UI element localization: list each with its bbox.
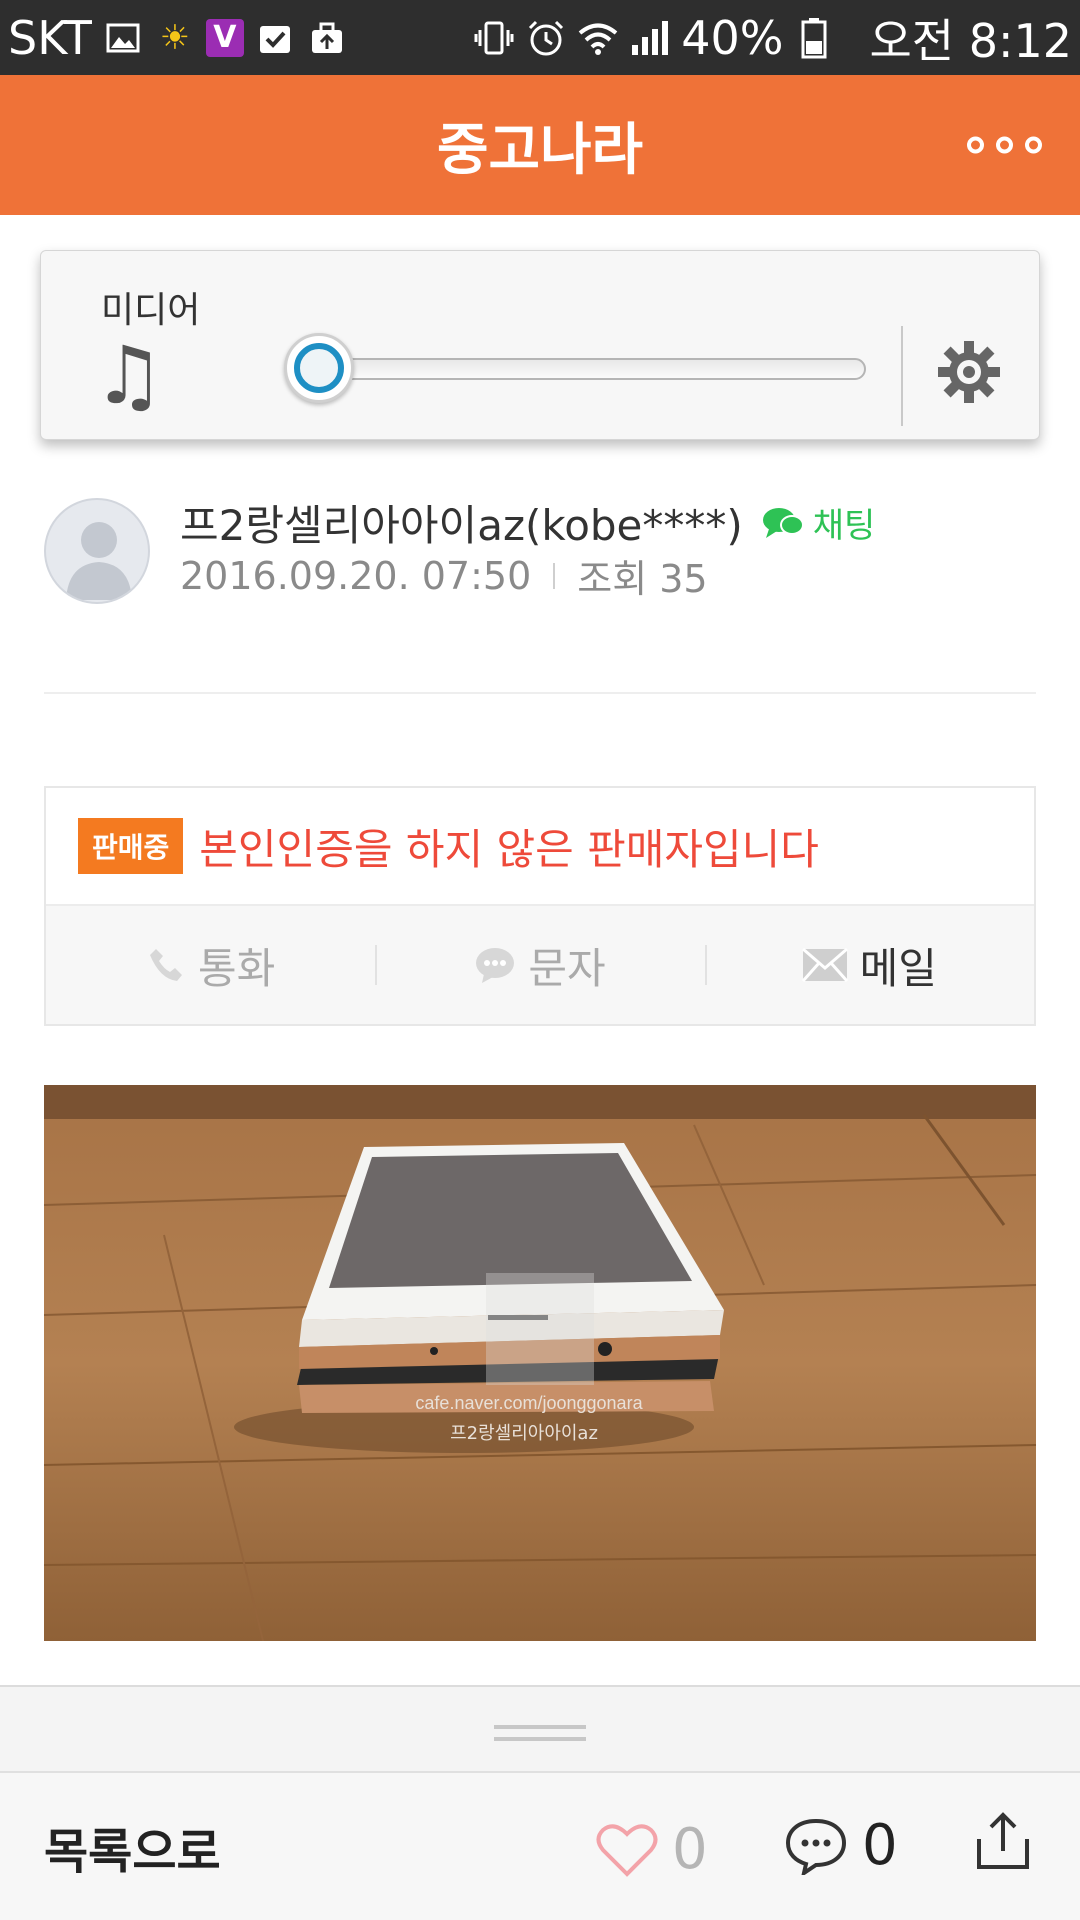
volume-label: 미디어 (101, 290, 201, 331)
post-meta: 2016.09.20. 07:50 조회 35 (180, 548, 708, 603)
meta-separator (553, 562, 556, 589)
mail-button[interactable]: 메일 (704, 935, 1034, 996)
comment-count: 0 (862, 1813, 898, 1878)
bag-upload-icon (306, 17, 348, 59)
media-volume-panel: 미디어 ♫ (40, 250, 1040, 440)
heart-icon (596, 1823, 658, 1877)
view-count: 조회 35 (577, 557, 708, 601)
watermark-name: 프2랑셀리아아이az (450, 1423, 598, 1444)
like-count: 0 (672, 1817, 708, 1882)
back-to-list-button[interactable]: 목록으로 (44, 1812, 221, 1882)
call-button[interactable]: 통화 (46, 935, 375, 996)
volume-slider-thumb[interactable] (284, 333, 354, 403)
mail-label: 메일 (859, 943, 937, 993)
sms-icon (476, 948, 515, 983)
wifi-icon (577, 17, 619, 59)
clock: 오전 8:12 (869, 13, 1072, 68)
divider (901, 326, 903, 426)
gallery-icon (102, 17, 144, 59)
seller-warning: 본인인증을 하지 않은 판매자입니다 (199, 824, 819, 874)
product-photo[interactable]: cafe.naver.com/joonggonara 프2랑셀리아아이az (44, 1085, 1036, 1641)
signal-icon (629, 17, 671, 59)
author-row: 프2랑셀리아아이az(kobe****) 채팅 (180, 492, 875, 553)
chat-label: 채팅 (812, 506, 876, 546)
battery-percent: 40% (681, 10, 784, 65)
status-badge: 판매중 (78, 818, 184, 874)
comment-icon (785, 1818, 847, 1875)
drag-handle-bar[interactable] (0, 1685, 1080, 1773)
author-name[interactable]: 프2랑셀리아아이az(kobe****) (180, 492, 743, 553)
divider (44, 692, 1036, 694)
like-button[interactable]: 0 (596, 1817, 708, 1882)
page-title: 중고나라 (436, 117, 644, 183)
v-app-icon: V (205, 18, 244, 57)
phone-icon (150, 949, 183, 981)
comment-button[interactable]: 0 (784, 1813, 898, 1878)
call-label: 통화 (198, 943, 276, 993)
sms-button[interactable]: 문자 (375, 935, 704, 996)
more-options-icon[interactable] (967, 136, 1042, 154)
sun-icon: ☀ (159, 17, 191, 58)
status-bar: SKT ☀ V 40% 오전 8:12 (0, 0, 1080, 75)
battery-icon (793, 17, 835, 59)
gear-icon[interactable] (936, 339, 1002, 405)
seller-info-box: 판매중 본인인증을 하지 않은 판매자입니다 통화 문자 메일 (44, 786, 1036, 1026)
share-button[interactable] (975, 1811, 1031, 1875)
alarm-icon (525, 17, 567, 59)
app-header: 중고나라 (0, 75, 1080, 215)
share-icon (977, 1812, 1029, 1869)
sms-label: 문자 (528, 943, 606, 993)
chat-bubble-icon (762, 507, 804, 538)
drag-handle-icon[interactable] (494, 1725, 586, 1741)
watermark-url: cafe.naver.com/joonggonara (415, 1393, 643, 1413)
clipboard-check-icon (254, 17, 296, 59)
volume-slider[interactable] (291, 358, 866, 380)
vibrate-icon (473, 17, 515, 59)
bottom-bar: 목록으로 0 0 (0, 1773, 1080, 1920)
carrier-label: SKT (8, 10, 92, 65)
music-note-icon: ♫ (93, 329, 165, 422)
post-date: 2016.09.20. 07:50 (180, 553, 532, 598)
avatar[interactable] (44, 498, 150, 604)
chat-button[interactable]: 채팅 (761, 498, 876, 547)
mail-icon (801, 948, 848, 982)
